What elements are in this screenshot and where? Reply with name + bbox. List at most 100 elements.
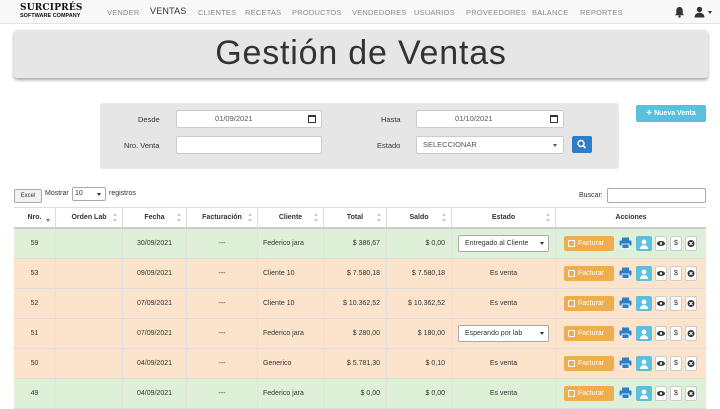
column-header-saldo[interactable]: Saldo — [387, 208, 452, 228]
printer-icon[interactable] — [619, 267, 632, 279]
table-row: 53 09/09/2021 --- Cliente 10 $ 7.580,18 … — [14, 259, 706, 289]
nav-item-usuarios[interactable]: USUARIOS — [414, 8, 455, 17]
nro-venta-input[interactable] — [176, 136, 322, 154]
view-button[interactable] — [655, 356, 667, 371]
page-size-value: 10 — [75, 190, 83, 197]
facturar-button[interactable]: Facturar — [564, 386, 614, 401]
assign-client-button[interactable] — [636, 326, 652, 341]
nueva-venta-button[interactable]: + Nueva Venta — [636, 105, 706, 122]
view-button[interactable] — [655, 236, 667, 251]
cell-saldo: $ 10.362,52 — [387, 289, 452, 319]
desde-date-input[interactable]: 01/09/2021 — [176, 110, 322, 128]
cell-acciones: Facturar $ — [556, 379, 706, 409]
column-header-cliente[interactable]: Cliente — [258, 208, 324, 228]
nav-item-vender[interactable]: VENDER — [107, 8, 139, 17]
column-header-estado[interactable]: Estado — [452, 208, 556, 228]
view-button[interactable] — [655, 296, 667, 311]
bell-icon[interactable] — [674, 6, 685, 18]
nav-item-productos[interactable]: PRODUCTOS — [292, 8, 342, 17]
cell-acciones: Facturar $ — [556, 289, 706, 319]
printer-icon[interactable] — [619, 387, 632, 399]
estado-select[interactable]: SELECCIONAR — [416, 136, 564, 154]
assign-client-button[interactable] — [636, 386, 652, 401]
nav-item-clientes[interactable]: CLIENTES — [198, 8, 236, 17]
column-header-orden-lab[interactable]: Orden Lab — [56, 208, 123, 228]
assign-client-button[interactable] — [636, 356, 652, 371]
table-header: Nro. Orden Lab Fecha Facturación Cliente… — [14, 207, 706, 229]
cell-estado: Es venta — [452, 349, 556, 379]
brand-tagline: SOFTWARE COMPANY — [20, 13, 81, 19]
sort-icon — [314, 212, 319, 224]
cell-total: $ 10.362,52 — [324, 289, 387, 319]
nav-item-ventas[interactable]: VENTAS — [150, 6, 187, 16]
nav-item-vendedores[interactable]: VENDEDORES — [352, 8, 407, 17]
delete-button[interactable] — [685, 266, 697, 281]
user-icon[interactable] — [694, 6, 705, 18]
view-button[interactable] — [655, 326, 667, 341]
assign-client-button[interactable] — [636, 236, 652, 251]
close-circle-icon — [687, 300, 695, 307]
cell-estado: Entregado al Cliente — [452, 229, 556, 259]
facturar-button[interactable]: Facturar — [564, 266, 614, 281]
cell-nro: 52 — [14, 289, 56, 319]
cell-facturacion: --- — [187, 289, 258, 319]
delete-button[interactable] — [685, 236, 697, 251]
brand-logo[interactable]: SURCIPRÉS SOFTWARE COMPANY — [20, 4, 83, 20]
user-icon — [639, 299, 649, 309]
filter-panel: Desde 01/09/2021 Hasta 01/10/2021 Nro. V… — [100, 103, 619, 169]
delete-button[interactable] — [685, 386, 697, 401]
eye-icon — [657, 301, 665, 306]
calendar-icon[interactable] — [550, 115, 558, 123]
calendar-icon[interactable] — [308, 115, 316, 123]
buscar-input[interactable] — [607, 188, 706, 203]
facturar-button[interactable]: Facturar — [564, 296, 614, 311]
estado-row-select[interactable]: Entregado al Cliente — [458, 235, 549, 252]
excel-export-button[interactable]: Excel — [14, 189, 42, 203]
column-header-total[interactable]: Total — [324, 208, 387, 228]
column-header-fecha[interactable]: Fecha — [123, 208, 187, 228]
nro-venta-label: Nro. Venta — [124, 141, 160, 150]
payment-button[interactable]: $ — [670, 236, 682, 251]
nav-item-reportes[interactable]: REPORTES — [580, 8, 623, 17]
page-size-select[interactable]: 10 — [72, 187, 106, 201]
cell-orden-lab — [56, 349, 123, 379]
desde-label: Desde — [138, 115, 160, 124]
cell-orden-lab — [56, 289, 123, 319]
cell-total: $ 5.781,30 — [324, 349, 387, 379]
printer-icon[interactable] — [619, 237, 632, 249]
delete-button[interactable] — [685, 296, 697, 311]
assign-client-button[interactable] — [636, 266, 652, 281]
cell-estado: Es venta — [452, 289, 556, 319]
sort-icon — [377, 212, 382, 224]
facturar-button[interactable]: Facturar — [564, 236, 614, 251]
payment-button[interactable]: $ — [670, 386, 682, 401]
brand-name: SURCIPRÉS — [20, 3, 83, 13]
hasta-date-input[interactable]: 01/10/2021 — [416, 110, 564, 128]
payment-button[interactable]: $ — [670, 266, 682, 281]
cell-cliente: Federico jara — [258, 379, 324, 409]
printer-icon[interactable] — [619, 327, 632, 339]
printer-icon[interactable] — [619, 357, 632, 369]
delete-button[interactable] — [685, 356, 697, 371]
view-button[interactable] — [655, 386, 667, 401]
caret-down-icon[interactable] — [708, 11, 712, 14]
eye-icon — [657, 361, 665, 366]
cell-estado: Esperando por lab — [452, 319, 556, 349]
nav-item-recetas[interactable]: RECETAS — [245, 8, 281, 17]
delete-button[interactable] — [685, 326, 697, 341]
column-header-facturacion[interactable]: Facturación — [187, 208, 258, 228]
nav-item-balance[interactable]: BALANCE — [532, 8, 568, 17]
printer-icon[interactable] — [619, 297, 632, 309]
payment-button[interactable]: $ — [670, 296, 682, 311]
estado-row-select[interactable]: Esperando por lab — [458, 325, 549, 342]
payment-button[interactable]: $ — [670, 356, 682, 371]
search-button[interactable] — [572, 136, 592, 153]
column-header-nro[interactable]: Nro. — [14, 208, 56, 228]
view-button[interactable] — [655, 266, 667, 281]
assign-client-button[interactable] — [636, 296, 652, 311]
payment-button[interactable]: $ — [670, 326, 682, 341]
nav-item-proveedores[interactable]: PROVEEDORES — [466, 8, 526, 17]
sort-icon — [113, 212, 118, 224]
facturar-button[interactable]: Facturar — [564, 326, 614, 341]
facturar-button[interactable]: Facturar — [564, 356, 614, 371]
